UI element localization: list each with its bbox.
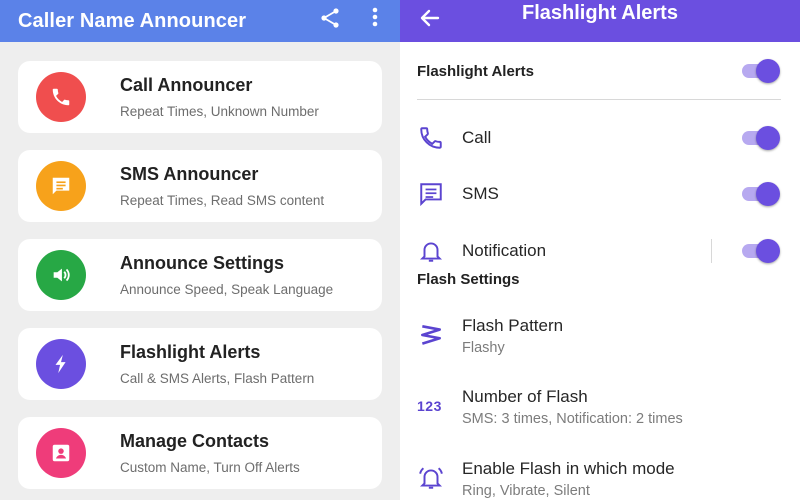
sms-announcer-circle [36,161,86,211]
more-options-icon[interactable] [364,4,386,32]
flashlight-alerts-card[interactable]: Flashlight Alerts Call & SMS Alerts, Fla… [18,328,382,400]
flashlight-app-bar: Flashlight Alerts [400,0,800,42]
app-bar: Caller Name Announcer [0,0,400,42]
person-icon [52,444,70,462]
page-title: Flashlight Alerts [522,2,678,24]
master-toggle-label: Flashlight Alerts [417,63,534,80]
left-panel: Caller Name Announcer Call Announcer Rep… [0,0,400,500]
flash-pattern-value: Flashy [462,340,505,356]
flash-pattern-label: Flash Pattern [462,316,564,335]
number-of-flash-label: Number of Flash [462,387,588,406]
card-subtitle: Repeat Times, Read SMS content [120,193,325,208]
share-icon[interactable] [318,6,342,30]
flash-icon [55,354,66,374]
card-title: Manage Contacts [120,431,270,451]
divider [417,99,781,100]
call-label: Call [462,128,492,147]
manage-contacts-circle [36,428,86,478]
flashlight-alerts-circle [36,339,86,389]
card-subtitle: Announce Speed, Speak Language [120,282,334,297]
section-title: Flash Settings [417,271,520,288]
call-announcer-card[interactable]: Call Announcer Repeat Times, Unknown Num… [18,61,382,133]
message-icon [52,177,70,195]
manage-contacts-card[interactable]: Manage Contacts Custom Name, Turn Off Al… [18,417,382,489]
card-subtitle: Custom Name, Turn Off Alerts [120,460,300,475]
announce-settings-circle [36,250,86,300]
speaker-icon [53,268,70,282]
vertical-divider [711,239,712,263]
call-announcer-circle [36,72,86,122]
app-title: Caller Name Announcer [18,9,247,32]
number-of-flash-value: SMS: 3 times, Notification: 2 times [462,411,683,427]
card-title: SMS Announcer [120,164,259,184]
bell-ring-icon [419,467,443,489]
flash-mode-label: Enable Flash in which mode [462,459,675,478]
sms-label: SMS [462,184,499,203]
card-title: Flashlight Alerts [120,342,261,362]
notification-label: Notification [462,241,547,260]
call-toggle[interactable] [742,125,780,151]
sms-toggle[interactable] [742,181,780,207]
card-subtitle: Repeat Times, Unknown Number [120,104,319,119]
sms-announcer-card[interactable]: SMS Announcer Repeat Times, Read SMS con… [18,150,382,222]
phone-icon [52,88,70,106]
message-icon [420,183,442,207]
right-panel: Flashlight Alerts Flashlight Alerts Call… [400,0,800,500]
bell-icon [419,242,443,262]
phone-icon [420,127,442,149]
master-toggle[interactable] [742,58,780,84]
card-title: Call Announcer [120,75,253,95]
number-icon: 123 [417,398,442,414]
card-subtitle: Call & SMS Alerts, Flash Pattern [120,371,315,386]
card-title: Announce Settings [120,253,285,273]
film-icon [421,325,441,345]
announce-settings-card[interactable]: Announce Settings Announce Speed, Speak … [18,239,382,311]
notification-toggle[interactable] [742,238,780,264]
flash-mode-value: Ring, Vibrate, Silent [462,483,590,499]
